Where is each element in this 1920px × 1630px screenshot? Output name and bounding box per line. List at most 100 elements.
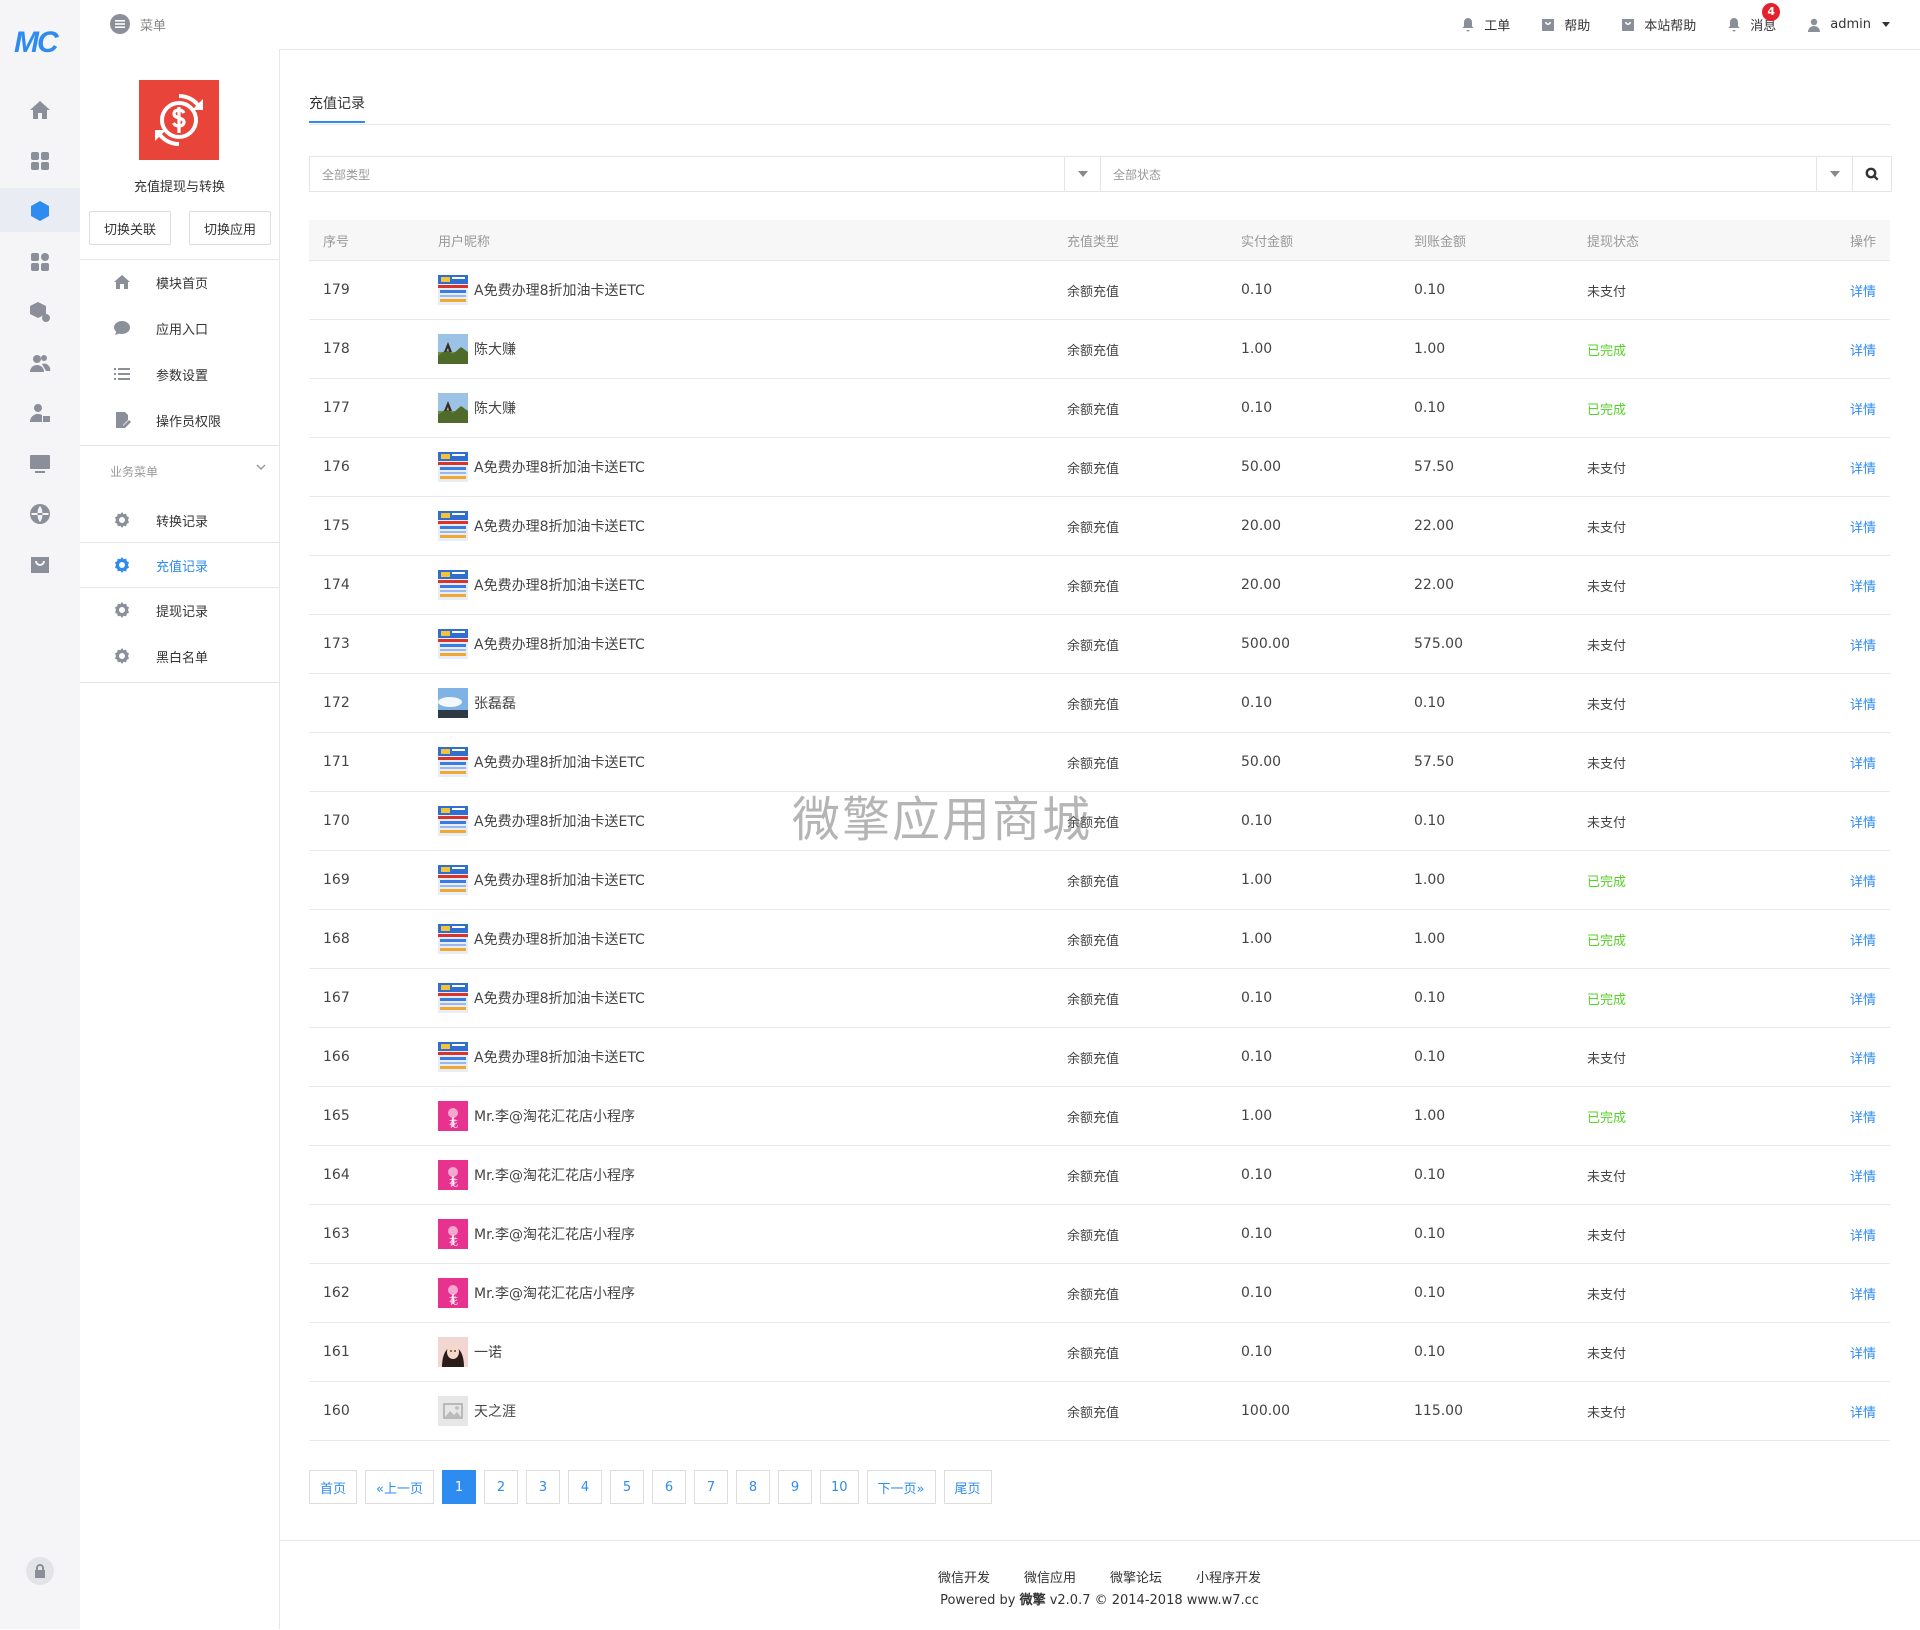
details-link[interactable]: 详情: [1850, 969, 1876, 1027]
status-filter-select[interactable]: 全部状态: [1101, 157, 1817, 191]
received-amount: 575.00: [1414, 636, 1463, 652]
details-link[interactable]: 详情: [1850, 1146, 1876, 1204]
user-menu[interactable]: admin: [1806, 17, 1890, 33]
details-link[interactable]: 详情: [1850, 1323, 1876, 1381]
top-item-site-help[interactable]: 本站帮助: [1620, 15, 1696, 34]
footer-link[interactable]: 小程序开发: [1196, 1567, 1261, 1586]
avatar: [438, 452, 468, 482]
status-badge: 未支付: [1587, 579, 1627, 595]
avatar: [438, 924, 468, 954]
status-badge: 未支付: [1587, 1169, 1627, 1185]
avatar: [438, 1337, 468, 1367]
next-page-button[interactable]: 下一页»: [866, 1470, 936, 1504]
received-amount: 0.10: [1414, 813, 1446, 829]
user-nickname: A免费办理8折加油卡送ETC: [474, 578, 645, 594]
svg-text:花: 花: [449, 1295, 458, 1307]
switch-link-button[interactable]: 切换关联: [89, 211, 171, 245]
details-link[interactable]: 详情: [1850, 615, 1876, 673]
lock-icon[interactable]: [26, 1557, 54, 1585]
globe-icon[interactable]: [28, 502, 52, 526]
page-button[interactable]: 9: [777, 1470, 812, 1504]
details-link[interactable]: 详情: [1850, 497, 1876, 555]
table-row: 175 A免费办理8折加油卡送ETC 余额充值 20.00 22.00 未支付 详情: [309, 497, 1890, 556]
apps-grid-icon[interactable]: [28, 149, 52, 173]
details-link[interactable]: 详情: [1850, 556, 1876, 614]
search-button[interactable]: [1853, 157, 1891, 191]
sidebar-item-settings[interactable]: 参数设置: [80, 352, 279, 396]
menu-toggle[interactable]: 菜单: [110, 14, 166, 34]
sidebar-item-label: 应用入口: [156, 322, 209, 338]
store-icon[interactable]: [28, 553, 52, 577]
received-amount: 1.00: [1414, 1108, 1446, 1124]
type-filter-dropdown-arrow[interactable]: [1065, 157, 1101, 191]
details-link[interactable]: 详情: [1850, 733, 1876, 791]
top-item-ticket[interactable]: 工单: [1460, 15, 1510, 34]
details-link[interactable]: 详情: [1850, 1264, 1876, 1322]
footer-link[interactable]: 微信应用: [1024, 1567, 1076, 1586]
sidebar-item-module-home[interactable]: 模块首页: [80, 260, 279, 304]
details-link[interactable]: 详情: [1850, 674, 1876, 732]
users-icon[interactable]: [28, 351, 52, 375]
cube-icon[interactable]: [28, 199, 52, 223]
status-badge: 未支付: [1587, 520, 1627, 536]
details-link[interactable]: 详情: [1850, 1028, 1876, 1086]
status-filter-dropdown-arrow[interactable]: [1817, 157, 1853, 191]
details-link[interactable]: 详情: [1850, 261, 1876, 319]
details-link[interactable]: 详情: [1850, 910, 1876, 968]
status-badge: 未支付: [1587, 1405, 1627, 1421]
tab-recharge-records[interactable]: 充值记录: [309, 93, 365, 123]
table-row: 164 花 Mr.李@淘花汇花店小程序 余额充值 0.10 0.10 未支付 详情: [309, 1146, 1890, 1205]
page-button[interactable]: 4: [567, 1470, 602, 1504]
page-button[interactable]: 8: [735, 1470, 770, 1504]
type-filter-select[interactable]: 全部类型: [310, 157, 1065, 191]
footer: 微信开发 微信应用 微擎论坛 小程序开发 Powered by 微擎 v2.0.7 ©…: [279, 1540, 1920, 1630]
prev-page-button[interactable]: «上一页: [365, 1470, 434, 1504]
top-bar: 菜单 工单 帮助 本站帮助 消息 4 admin: [80, 0, 1920, 50]
page-button[interactable]: 7: [693, 1470, 728, 1504]
modules-icon[interactable]: [28, 250, 52, 274]
footer-link[interactable]: 微信开发: [938, 1567, 990, 1586]
menu-label: 菜单: [140, 18, 167, 34]
sidebar-item-blacklist[interactable]: 黑白名单: [80, 634, 279, 678]
switch-app-button[interactable]: 切换应用: [189, 211, 271, 245]
sidebar-item-convert-records[interactable]: 转换记录: [80, 498, 279, 542]
brand-logo[interactable]: MC: [14, 26, 59, 60]
details-link[interactable]: 详情: [1850, 792, 1876, 850]
details-link[interactable]: 详情: [1850, 851, 1876, 909]
page-button[interactable]: 3: [525, 1470, 560, 1504]
recharge-type: 余额充值: [1067, 933, 1120, 949]
top-item-help[interactable]: 帮助: [1540, 15, 1590, 34]
details-link[interactable]: 详情: [1850, 1205, 1876, 1263]
page-button[interactable]: 5: [609, 1470, 644, 1504]
chevron-down-icon[interactable]: [255, 461, 267, 473]
row-id: 165: [323, 1108, 350, 1124]
details-link[interactable]: 详情: [1850, 438, 1876, 496]
paid-amount: 20.00: [1241, 518, 1282, 534]
last-page-button[interactable]: 尾页: [943, 1470, 992, 1504]
details-link[interactable]: 详情: [1850, 320, 1876, 378]
row-id: 171: [323, 754, 350, 770]
sidebar-item-recharge-records[interactable]: 充值记录: [80, 543, 279, 587]
page-button[interactable]: 1: [441, 1470, 476, 1504]
services-icon[interactable]: [28, 300, 52, 324]
page-button[interactable]: 6: [651, 1470, 686, 1504]
top-item-messages[interactable]: 消息 4: [1726, 3, 1781, 34]
details-link[interactable]: 详情: [1850, 379, 1876, 437]
group-title[interactable]: 业务菜单: [110, 463, 158, 480]
sidebar-item-app-entry[interactable]: 应用入口: [80, 306, 279, 350]
details-link[interactable]: 详情: [1850, 1382, 1876, 1440]
sidebar-item-withdraw-records[interactable]: 提现记录: [80, 588, 279, 632]
page-button[interactable]: 10: [819, 1470, 859, 1504]
user-nickname: A免费办理8折加油卡送ETC: [474, 1050, 645, 1066]
received-amount: 0.10: [1414, 1344, 1446, 1360]
first-page-button[interactable]: 首页: [309, 1470, 358, 1504]
home-icon[interactable]: [28, 98, 52, 122]
monitor-icon[interactable]: [28, 452, 52, 476]
column-header: 实付金额: [1241, 234, 1294, 250]
user-lock-icon[interactable]: [28, 401, 52, 425]
footer-link[interactable]: 微擎论坛: [1110, 1567, 1162, 1586]
details-link[interactable]: 详情: [1850, 1087, 1876, 1145]
avatar: [438, 747, 468, 777]
page-button[interactable]: 2: [483, 1470, 518, 1504]
sidebar-item-permissions[interactable]: 操作员权限: [80, 398, 279, 442]
